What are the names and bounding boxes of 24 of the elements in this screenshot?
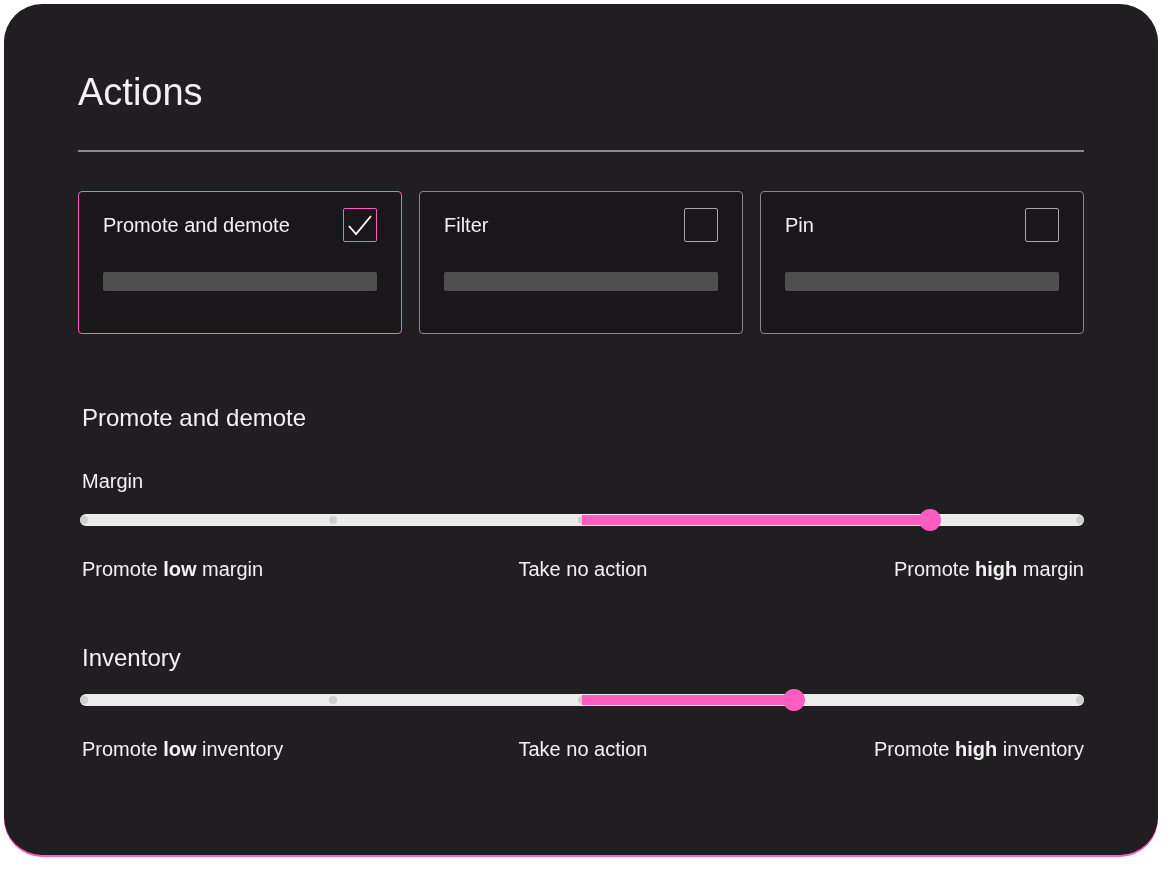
slider-label: Inventory [82,643,182,673]
checkbox[interactable] [1025,208,1059,242]
checkbox[interactable] [343,208,377,242]
slider-track[interactable] [80,509,1084,531]
slider-track[interactable] [80,689,1084,711]
checkmark-icon [347,214,373,236]
option-label: Filter [444,213,489,238]
slider-min-label: Promote low inventory [82,737,284,762]
option-label: Promote and demote [103,213,290,238]
section-title: Promote and demote [82,403,308,433]
slider-max-label: Promote high margin [893,557,1084,582]
panel-title: Actions [78,70,204,115]
option-card[interactable]: Filter [419,191,743,334]
option-card[interactable]: Pin [760,191,1084,334]
option-label: Pin [785,213,814,238]
checkbox[interactable] [684,208,718,242]
slider-thumb[interactable] [782,689,805,711]
slider-mid-label: Take no action [518,557,648,582]
slider-max-label: Promote high inventory [873,737,1084,762]
slider-thumb[interactable] [919,509,942,531]
slider-min-label: Promote low margin [82,557,264,582]
option-card[interactable]: Promote and demote [78,191,402,334]
slider-mid-label: Take no action [518,737,648,762]
slider-label: Margin [82,469,145,494]
